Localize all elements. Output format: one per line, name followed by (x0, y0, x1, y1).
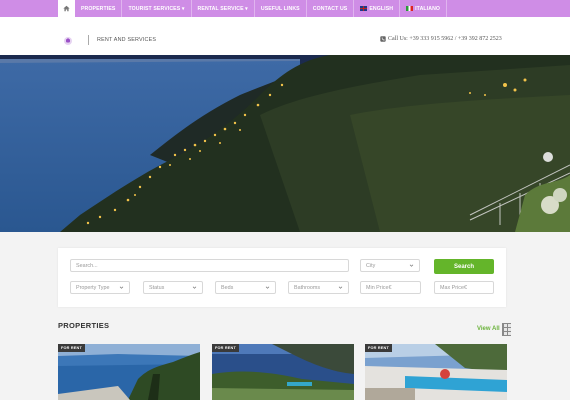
min-price-input[interactable]: Min Price€ (360, 281, 421, 294)
header-divider (88, 35, 89, 45)
search-button[interactable]: Search (434, 259, 494, 274)
italy-flag-icon (406, 6, 414, 11)
nav-properties[interactable]: PROPERTIES (75, 0, 123, 17)
search-panel: Search... City Search Property Type Stat… (58, 248, 506, 307)
nav-rental-service[interactable]: RENTAL SERVICE ▾ (192, 0, 255, 17)
property-card[interactable]: FOR RENT (58, 344, 200, 400)
hero-slider[interactable] (0, 55, 570, 232)
italiano-label: ITALIANO (415, 5, 441, 12)
nav-home[interactable] (58, 0, 75, 17)
nav-contact-us[interactable]: CONTACT US (307, 0, 355, 17)
property-image (212, 344, 354, 400)
nav-useful-links[interactable]: USEFUL LINKS (255, 0, 307, 17)
status-select[interactable]: Status (143, 281, 203, 294)
status-label: Status (149, 284, 165, 291)
home-icon (62, 5, 70, 12)
property-type-label: Property Type (76, 284, 110, 291)
phone-contact: Call Us: +39 333 915 5962 / +39 392 872 … (380, 36, 502, 42)
uk-flag-icon (360, 6, 368, 11)
bathrooms-label: Bathrooms (294, 284, 321, 291)
property-type-select[interactable]: Property Type (70, 281, 130, 294)
phone-icon (380, 36, 386, 42)
chevron-down-icon (192, 286, 197, 289)
for-rent-badge: FOR RENT (212, 344, 240, 352)
phone-text: Call Us: +39 333 915 5962 / +39 392 872 … (388, 36, 502, 42)
property-image (365, 344, 507, 400)
site-logo[interactable] (64, 37, 72, 45)
hero-image (0, 55, 570, 232)
bathrooms-select[interactable]: Bathrooms (288, 281, 349, 294)
for-rent-badge: FOR RENT (365, 344, 393, 352)
chevron-down-icon (409, 264, 414, 267)
max-price-input[interactable]: Max Price€ (434, 281, 494, 294)
search-input[interactable]: Search... (70, 259, 349, 272)
view-all-link[interactable]: View All (477, 326, 500, 332)
city-select[interactable]: City (360, 259, 420, 272)
english-label: ENGLISH (369, 5, 394, 12)
beds-select[interactable]: Beds (215, 281, 276, 294)
chevron-down-icon (265, 286, 270, 289)
property-card[interactable]: FOR RENT (212, 344, 354, 400)
property-card[interactable]: FOR RENT (365, 344, 507, 400)
grid-view-icon[interactable] (502, 323, 511, 336)
beds-label: Beds (221, 284, 234, 291)
nav-tourist-services[interactable]: TOURIST SERVICES ▾ (122, 0, 192, 17)
city-select-label: City (366, 262, 376, 269)
top-navigation: PROPERTIES TOURIST SERVICES ▾ RENTAL SER… (0, 0, 570, 17)
chevron-down-icon (338, 286, 343, 289)
site-tagline: RENT AND SERVICES (97, 37, 157, 43)
properties-heading: PROPERTIES (58, 321, 110, 330)
nav-language-italiano[interactable]: ITALIANO (400, 0, 448, 17)
chevron-down-icon (119, 286, 124, 289)
property-image (58, 344, 200, 400)
for-rent-badge: FOR RENT (58, 344, 86, 352)
nav-language-english[interactable]: ENGLISH (354, 0, 401, 17)
